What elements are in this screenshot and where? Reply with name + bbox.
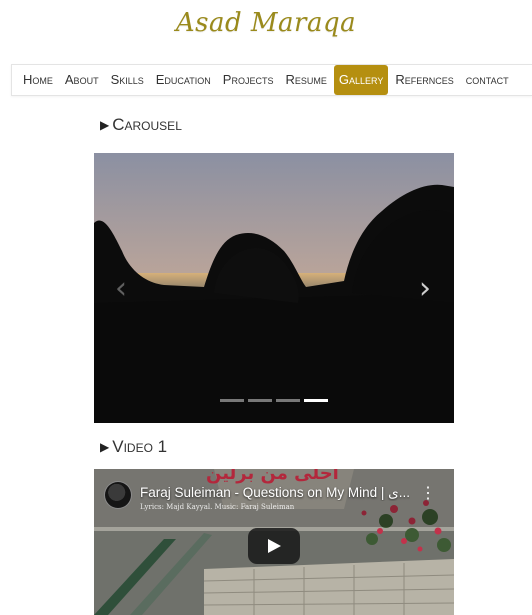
video1-heading[interactable]: ▶ Video 1 (100, 437, 167, 457)
nav-item-contact[interactable]: contact (461, 66, 514, 94)
carousel-indicator[interactable] (248, 399, 272, 402)
carousel-slide-image (94, 153, 454, 423)
caret-right-icon: ▶ (100, 440, 110, 454)
nav-item-refernces[interactable]: Refernces (390, 66, 458, 94)
image-carousel[interactable]: ‹ › (94, 153, 454, 423)
video-overlay-text: أحلى من برلين (206, 469, 339, 484)
video-title[interactable]: Faraj Suleiman - Questions on My Mind | … (140, 485, 410, 501)
caret-right-icon: ▶ (100, 118, 110, 132)
nav-item-home[interactable]: Home (18, 66, 58, 94)
carousel-heading-label: Carousel (112, 115, 182, 134)
play-button[interactable] (248, 528, 300, 564)
video-subtitle: Lyrics: Majd Kayyal. Music: Faraj Suleim… (140, 503, 295, 511)
site-title: Asad Maraqa (175, 8, 357, 38)
nav-item-skills[interactable]: Skills (106, 66, 149, 94)
more-vertical-icon[interactable]: ⋮ (420, 483, 436, 503)
nav-item-education[interactable]: Education (151, 66, 216, 94)
carousel-next-button[interactable]: › (410, 271, 440, 307)
channel-avatar[interactable] (104, 481, 132, 509)
carousel-heading[interactable]: ▶ Carousel (100, 115, 182, 135)
nav-item-about[interactable]: About (60, 66, 104, 94)
carousel-prev-button[interactable]: ‹ (106, 271, 136, 307)
carousel-indicators (220, 399, 328, 402)
youtube-video-embed[interactable]: أحلى من برلين Faraj Suleiman - Questions… (94, 469, 454, 615)
carousel-indicator[interactable] (276, 399, 300, 402)
video1-heading-label: Video 1 (112, 437, 168, 456)
nav-item-resume[interactable]: Resume (280, 66, 331, 94)
main-navbar: Home About Skills Education Projects Res… (11, 64, 532, 96)
carousel-indicator[interactable] (220, 399, 244, 402)
play-icon (268, 539, 281, 553)
nav-item-gallery[interactable]: Gallery (333, 65, 389, 95)
nav-item-projects[interactable]: Projects (218, 66, 279, 94)
carousel-indicator-active[interactable] (304, 399, 328, 402)
